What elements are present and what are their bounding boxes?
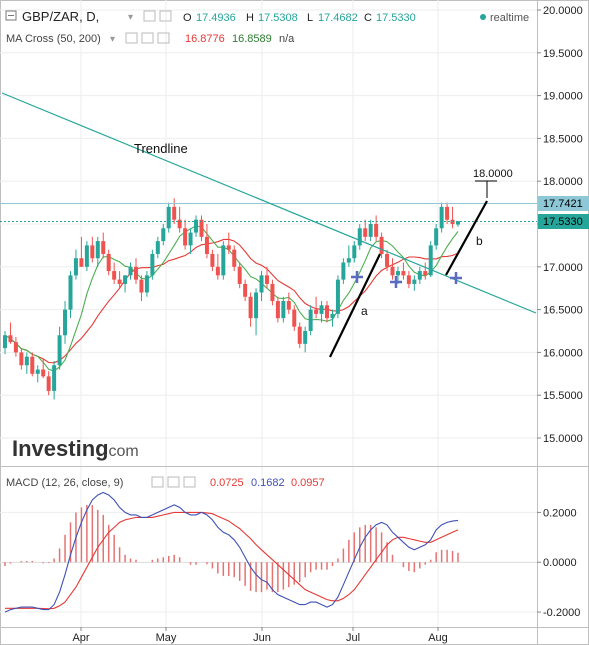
- candle: [221, 241, 226, 280]
- trendline-label: Trendline: [134, 141, 188, 156]
- price-tick-label: 20.0000: [543, 5, 583, 17]
- price-tick-label: 18.0000: [543, 176, 583, 188]
- price-tick-label: 19.0000: [543, 91, 583, 103]
- candle: [439, 202, 444, 233]
- price-label-box-17-7421: 17.7421: [538, 196, 589, 211]
- ohlc-low-label: L: [307, 12, 313, 24]
- realtime-label: realtime: [490, 12, 529, 24]
- macd-tick-label: -0.2000: [543, 607, 580, 619]
- ma-indicator-title: MA Cross (50, 200): [6, 33, 101, 45]
- watermark-light: .com: [104, 443, 139, 460]
- ohlc-high-label: H: [246, 12, 254, 24]
- candle: [335, 275, 340, 319]
- ma-value-2: 16.8589: [232, 33, 272, 45]
- price-label-box-17-5330: 17.5330: [538, 214, 589, 229]
- chevron-down-icon[interactable]: ▾: [110, 34, 115, 45]
- realtime-dot-icon: [480, 14, 486, 20]
- macd-value-1: 0.0725: [210, 477, 244, 489]
- chart-canvas: Investing .com Trendline a b 18.0000 20.…: [0, 0, 589, 645]
- candle: [428, 241, 433, 278]
- ohlc-open-label: O: [183, 12, 192, 24]
- wave-b-label: b: [476, 234, 483, 248]
- ohlc-open-value: 17.4936: [196, 12, 236, 24]
- time-tick-label: May: [156, 632, 177, 644]
- candle: [150, 249, 155, 280]
- ohlc-close-label: C: [364, 12, 372, 24]
- symbol-label: GBP/ZAR, D,: [22, 9, 99, 24]
- price-tick-label: 15.5000: [543, 390, 583, 402]
- ohlc-low-value: 17.4682: [318, 12, 358, 24]
- target-label: 18.0000: [473, 168, 513, 180]
- ohlc-close-value: 17.5330: [376, 12, 416, 24]
- time-tick-label: Jul: [346, 632, 360, 644]
- ma-value-1: 16.8776: [185, 33, 225, 45]
- macd-tick-label: 0.2000: [543, 507, 577, 519]
- candle: [308, 305, 313, 336]
- price-tick-label: 18.5000: [543, 133, 583, 145]
- ohlc-high-value: 17.5308: [258, 12, 298, 24]
- candle: [84, 241, 89, 272]
- time-tick-label: Jun: [253, 632, 271, 644]
- wave-a-label: a: [361, 304, 368, 318]
- macd-value-2: 0.1682: [251, 477, 285, 489]
- svg-text:17.5330: 17.5330: [543, 216, 583, 228]
- macd-tick-label: 0.0000: [543, 557, 577, 569]
- ma-value-3: n/a: [279, 33, 295, 45]
- time-tick-label: Aug: [428, 632, 448, 644]
- candle: [166, 202, 171, 233]
- price-tick-label: 17.0000: [543, 262, 583, 274]
- macd-value-3: 0.0957: [291, 477, 325, 489]
- price-tick-label: 16.5000: [543, 305, 583, 317]
- price-tick-label: 19.5000: [543, 48, 583, 60]
- chevron-down-icon[interactable]: ▾: [128, 12, 133, 23]
- macd-indicator-title: MACD (12, 26, close, 9): [6, 477, 123, 489]
- time-tick-label: Apr: [72, 632, 89, 644]
- price-tick-label: 16.0000: [543, 347, 583, 359]
- svg-text:17.7421: 17.7421: [543, 198, 583, 210]
- price-tick-label: 15.0000: [543, 433, 583, 445]
- chart-window: Investing .com Trendline a b 18.0000 20.…: [0, 0, 589, 645]
- watermark-bold: Investing: [12, 436, 109, 461]
